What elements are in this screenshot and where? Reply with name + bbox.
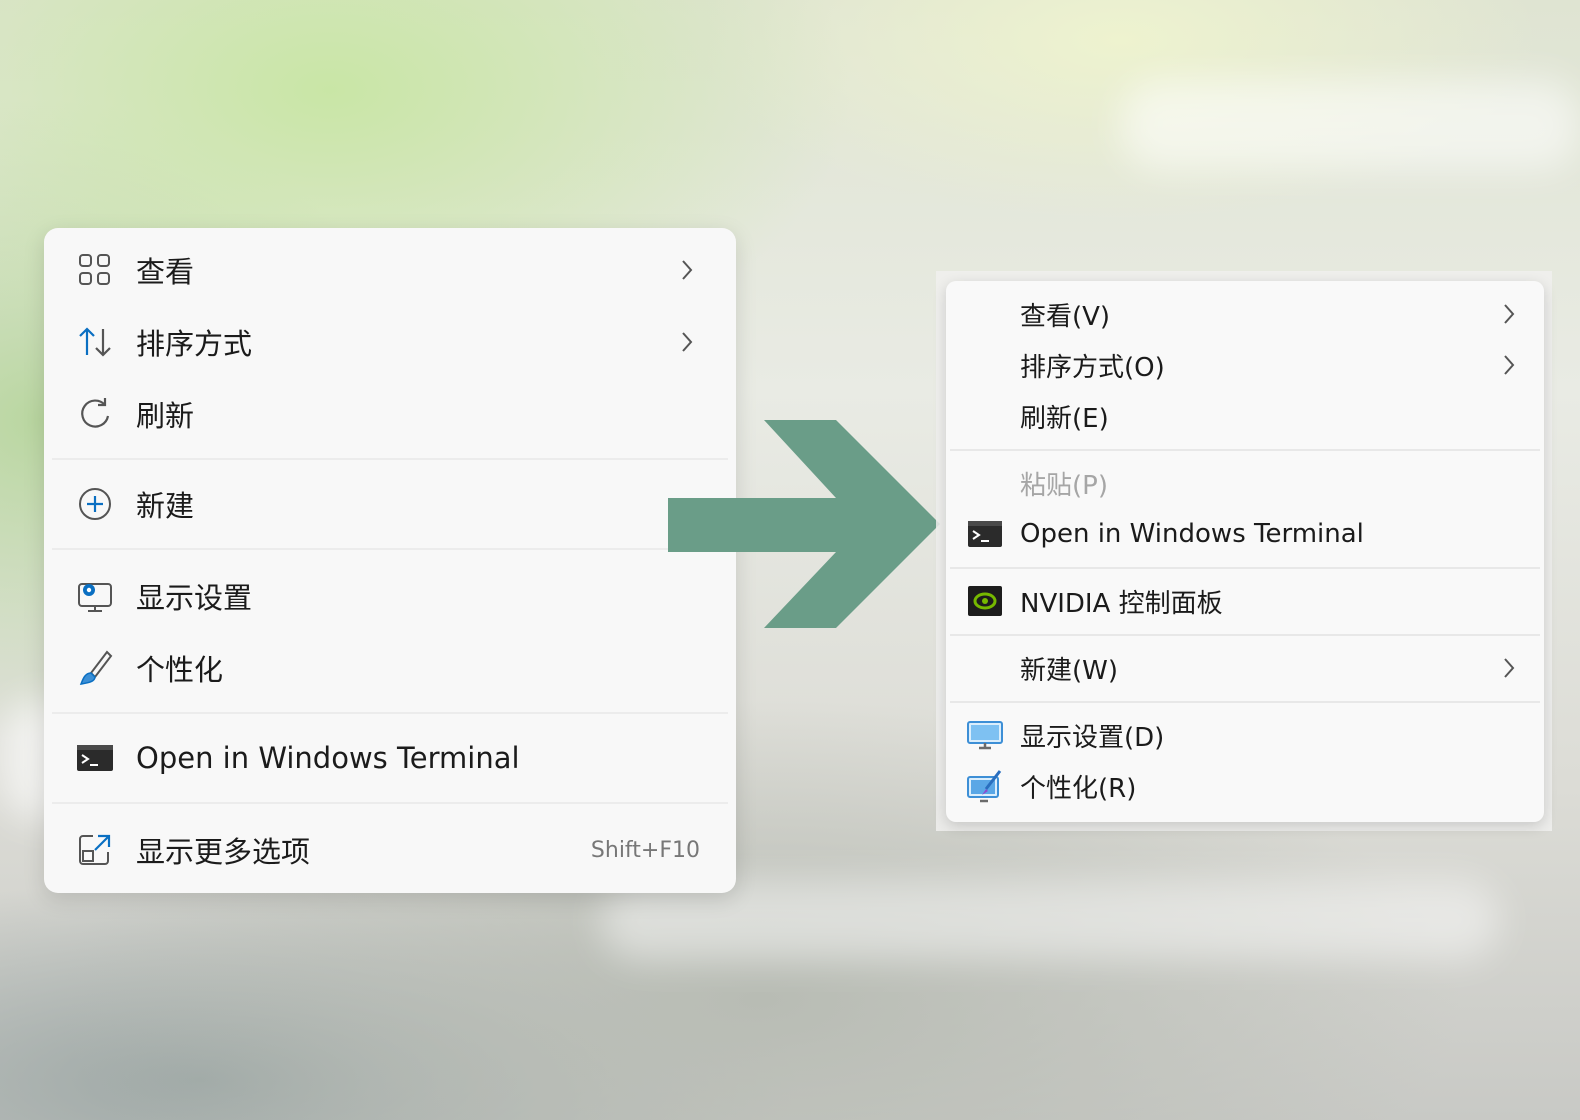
menu-item-sort[interactable]: 排序方式 (44, 306, 736, 378)
terminal-icon (76, 739, 114, 777)
menu-separator (52, 458, 728, 460)
menu-item-paste[interactable]: 粘贴(P) (946, 458, 1544, 508)
menu-item-refresh[interactable]: 刷新(E) (946, 391, 1544, 441)
menu-item-label: 排序方式(O) (1020, 352, 1165, 383)
menu-separator (950, 449, 1540, 451)
menu-item-label: 新建 (136, 489, 195, 523)
chevron-right-icon (674, 257, 700, 283)
menu-item-label: 粘贴(P) (1020, 470, 1108, 501)
shortcut-label: Shift+F10 (590, 837, 700, 863)
menu-separator (950, 701, 1540, 703)
menu-item-label: 刷新 (136, 399, 195, 433)
menu-item-label: NVIDIA 控制面板 (1020, 588, 1223, 619)
personalize-icon (966, 769, 1004, 803)
menu-item-new[interactable]: 新建 (44, 468, 736, 540)
chevron-right-icon (674, 329, 700, 355)
menu-item-label: 显示设置(D) (1020, 722, 1165, 753)
menu-separator (950, 634, 1540, 636)
menu-item-label: 查看 (136, 255, 195, 289)
nvidia-icon (966, 584, 1004, 618)
expand-icon (76, 831, 114, 869)
menu-item-label: 查看(V) (1020, 301, 1111, 332)
menu-item-personalize[interactable]: 个性化(R) (946, 761, 1544, 811)
menu-separator (950, 567, 1540, 569)
menu-item-refresh[interactable]: 刷新 (44, 378, 736, 450)
menu-item-display-settings[interactable]: 显示设置(D) (946, 710, 1544, 760)
menu-item-nvidia-control-panel[interactable]: NVIDIA 控制面板 (946, 576, 1544, 626)
menu-item-open-terminal[interactable]: Open in Windows Terminal (946, 509, 1544, 559)
plus-circle-icon (76, 485, 114, 523)
menu-separator (52, 802, 728, 804)
windows11-context-menu: 查看 排序方式 刷新 新建 显示设置 个性化 Open in Windows T… (44, 228, 736, 893)
menu-item-new[interactable]: 新建(W) (946, 643, 1544, 693)
menu-item-label: Open in Windows Terminal (1020, 519, 1364, 549)
menu-item-label: 显示设置 (136, 581, 253, 615)
menu-item-sort[interactable]: 排序方式(O) (946, 340, 1544, 390)
chevron-right-icon (1498, 352, 1520, 378)
chevron-right-icon (1498, 301, 1520, 327)
menu-item-display-settings[interactable]: 显示设置 (44, 560, 736, 632)
grid-icon (76, 251, 114, 289)
menu-item-label: 显示更多选项 (136, 835, 311, 869)
background-blur-shape (600, 880, 1500, 960)
display-settings-icon (76, 577, 114, 615)
chevron-right-icon (1498, 655, 1520, 681)
menu-item-open-terminal[interactable]: Open in Windows Terminal (44, 722, 736, 794)
refresh-icon (76, 395, 114, 433)
menu-separator (52, 712, 728, 714)
menu-item-label: 个性化 (136, 653, 224, 687)
terminal-icon (966, 517, 1004, 551)
menu-item-view[interactable]: 查看 (44, 234, 736, 306)
arrow-right-icon (668, 420, 940, 628)
menu-item-label: 个性化(R) (1020, 773, 1137, 804)
menu-item-label: Open in Windows Terminal (136, 741, 520, 775)
classic-context-menu: 查看(V) 排序方式(O) 刷新(E) 粘贴(P) Open in Window… (946, 281, 1544, 822)
background-blur-shape (1120, 80, 1580, 170)
menu-item-label: 新建(W) (1020, 655, 1118, 686)
menu-item-show-more-options[interactable]: 显示更多选项 Shift+F10 (44, 814, 736, 886)
menu-item-view[interactable]: 查看(V) (946, 289, 1544, 339)
brush-icon (76, 649, 114, 687)
monitor-icon (966, 718, 1004, 752)
menu-item-label: 刷新(E) (1020, 403, 1109, 434)
menu-item-label: 排序方式 (136, 327, 253, 361)
sort-arrows-icon (76, 323, 114, 361)
menu-item-personalize[interactable]: 个性化 (44, 632, 736, 704)
menu-separator (52, 548, 728, 550)
